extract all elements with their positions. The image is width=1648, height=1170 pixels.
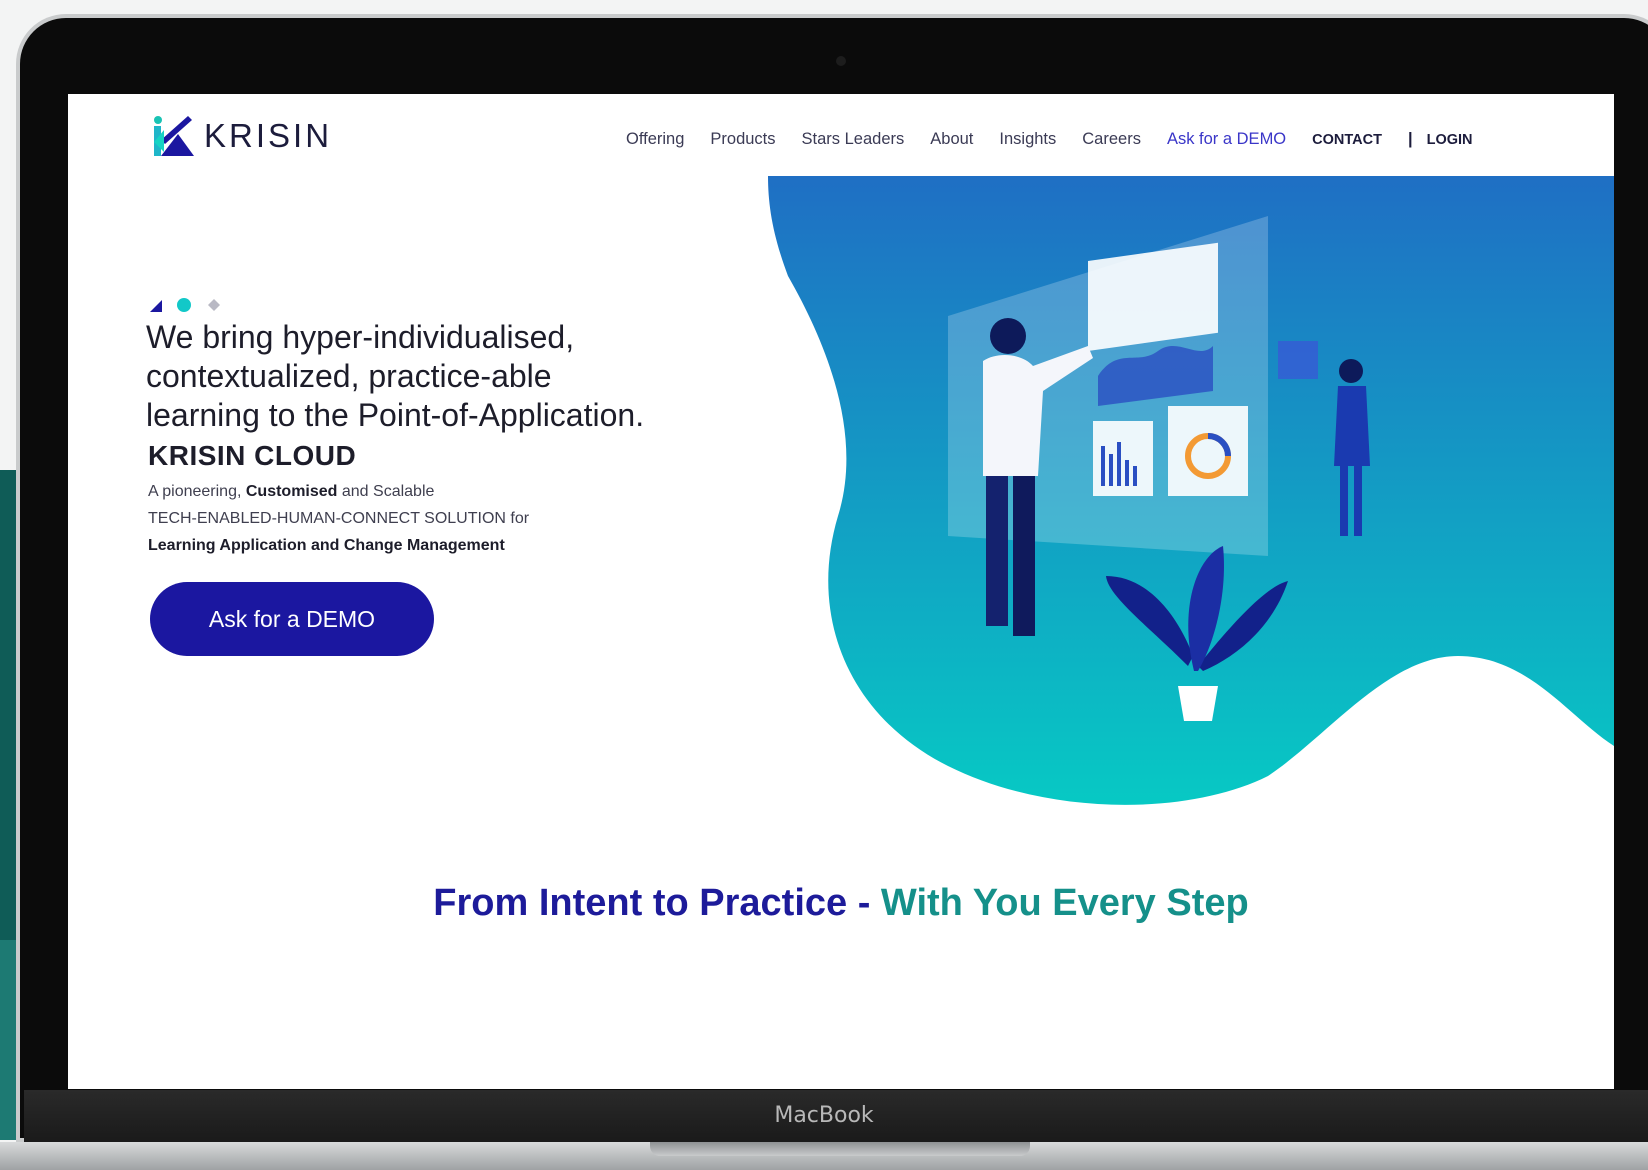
nav-item-ask-demo[interactable]: Ask for a DEMO bbox=[1167, 130, 1286, 149]
desc-line-3: Learning Application and Change Manageme… bbox=[148, 537, 505, 554]
nav-item-about[interactable]: About bbox=[930, 130, 973, 149]
krisin-logo-icon bbox=[154, 116, 194, 156]
slide-indicator bbox=[150, 298, 220, 312]
headline-line: contextualized, practice-able bbox=[146, 358, 552, 394]
brand-logo[interactable]: KRISIN bbox=[148, 112, 332, 160]
donut-card-icon bbox=[1168, 406, 1248, 496]
floating-card-icon bbox=[1278, 341, 1318, 379]
chart-card-icon bbox=[1088, 242, 1218, 352]
camera-dot bbox=[836, 56, 846, 66]
headline-line: We bring hyper-individualised, bbox=[146, 319, 575, 355]
product-title: KRISIN CLOUD bbox=[148, 440, 357, 471]
device-label: MacBook bbox=[774, 1103, 874, 1128]
section-tagline: From Intent to Practice - With You Every… bbox=[68, 882, 1614, 925]
desc-text: A pioneering, bbox=[148, 483, 246, 500]
hero-illustration bbox=[768, 176, 1614, 805]
brand-name: KRISIN bbox=[204, 117, 333, 154]
desc-line-2: TECH-ENABLED-HUMAN-CONNECT SOLUTION for bbox=[148, 510, 530, 527]
nav-item-stars-leaders[interactable]: Stars Leaders bbox=[802, 130, 905, 149]
tagline-part-2: With You Every Step bbox=[880, 882, 1249, 924]
product-description: A pioneering, Customised and Scalable TE… bbox=[148, 478, 529, 559]
indicator-diamond-icon bbox=[208, 299, 220, 311]
nav-item-insights[interactable]: Insights bbox=[999, 130, 1056, 149]
nav-item-careers[interactable]: Careers bbox=[1082, 130, 1141, 149]
nav-login-link[interactable]: LOGIN bbox=[1427, 132, 1473, 148]
main-nav: Offering Products Stars Leaders About In… bbox=[626, 130, 1499, 149]
laptop-screen: KRISIN Offering Products Stars Leaders A… bbox=[68, 94, 1614, 1089]
desc-text: and Scalable bbox=[337, 483, 435, 500]
indicator-dot-active bbox=[177, 298, 191, 312]
nav-item-products[interactable]: Products bbox=[710, 130, 775, 149]
hero-headline: We bring hyper-individualised, contextua… bbox=[146, 318, 706, 435]
ask-demo-button[interactable]: Ask for a DEMO bbox=[150, 582, 434, 656]
nav-item-offering[interactable]: Offering bbox=[626, 130, 684, 149]
nav-contact-link[interactable]: CONTACT bbox=[1312, 132, 1382, 148]
desc-emphasis: Customised bbox=[245, 483, 338, 500]
headline-line: learning to the Point-of-Application. bbox=[146, 397, 645, 433]
indicator-triangle-icon bbox=[150, 300, 162, 312]
nav-separator: | bbox=[1407, 130, 1413, 148]
laptop-hinge-notch bbox=[650, 1142, 1030, 1156]
tagline-part-1: From Intent to Practice - bbox=[433, 882, 881, 924]
